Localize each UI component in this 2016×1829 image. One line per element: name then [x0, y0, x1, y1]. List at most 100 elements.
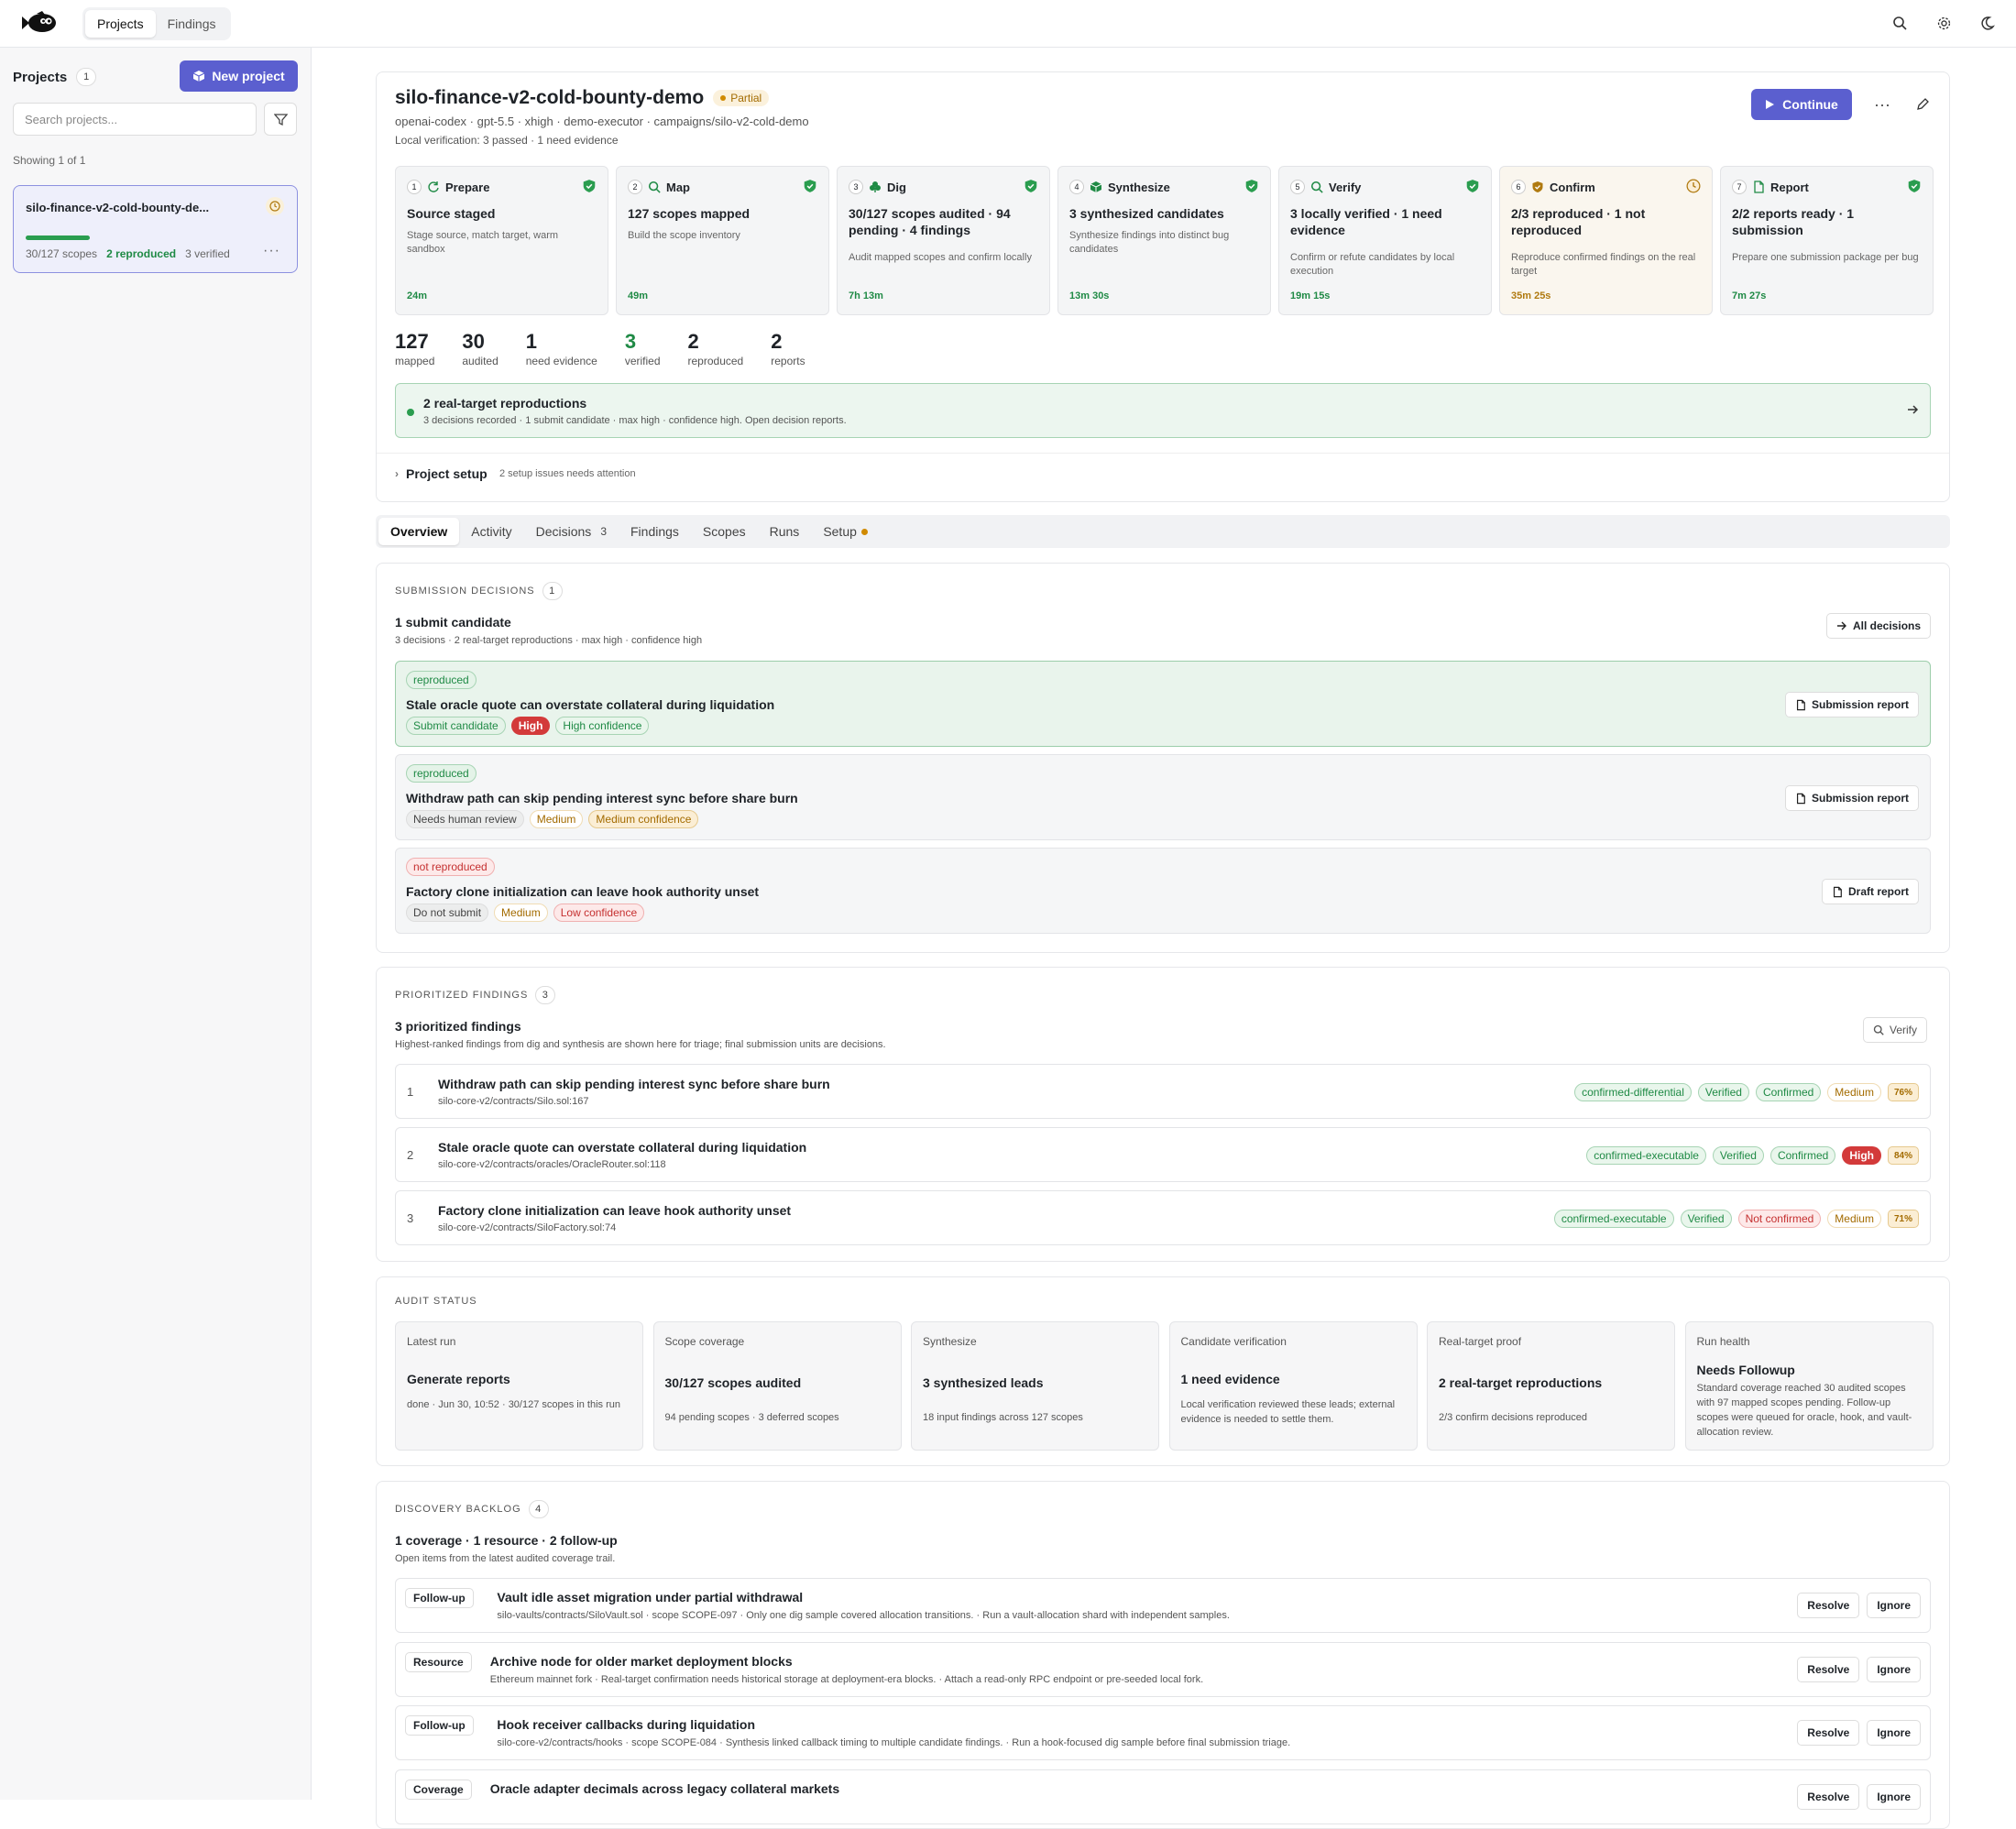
- decision-tag: Medium: [529, 810, 584, 828]
- tab-decisions[interactable]: Decisions 3: [524, 518, 619, 545]
- fish-logo-icon[interactable]: [20, 11, 60, 35]
- decision-tag: Do not submit: [406, 904, 489, 922]
- project-setup-row[interactable]: › Project setup 2 setup issues needs atte…: [377, 453, 1949, 498]
- new-project-button[interactable]: New project: [180, 60, 298, 92]
- all-decisions-button[interactable]: All decisions: [1826, 613, 1932, 639]
- search-projects-input[interactable]: Search projects...: [13, 103, 257, 136]
- report-button-label: Submission report: [1811, 792, 1909, 805]
- more-menu-icon[interactable]: ···: [1868, 91, 1896, 118]
- stage-duration: 19m 15s: [1290, 290, 1331, 301]
- report-button-label: Draft report: [1847, 885, 1909, 898]
- stat-value: 1: [525, 330, 537, 353]
- package-icon: [193, 71, 205, 82]
- verify-button[interactable]: Verify: [1863, 1017, 1928, 1043]
- decision-tags: Needs human review Medium Medium confidenc…: [406, 810, 699, 828]
- decision-tag: High: [510, 717, 551, 735]
- tab-findings[interactable]: Findings: [619, 518, 691, 545]
- filter-button[interactable]: [264, 103, 297, 136]
- resolve-button[interactable]: Resolve: [1797, 1783, 1860, 1810]
- report-button[interactable]: Submission report: [1784, 692, 1919, 717]
- backlog-tag: Resource: [405, 1651, 472, 1672]
- stage-title: 2/3 reproduced · 1 not reproduced: [1511, 206, 1646, 237]
- project-card[interactable]: silo-finance-v2-cold-bounty-de... 30/127…: [13, 185, 298, 273]
- ignore-button[interactable]: Ignore: [1867, 1656, 1921, 1682]
- tab-setup[interactable]: Setup: [811, 518, 880, 545]
- backlog-item[interactable]: Resource Archive node for older market de…: [395, 1641, 1931, 1697]
- stat-need-evidence: 1 need evidence: [526, 330, 597, 367]
- moon-icon[interactable]: [1978, 13, 1998, 33]
- stage-card-dig[interactable]: 3 Dig 30/127 scopes audited · 94 pending ·…: [837, 166, 1050, 315]
- decision-title: Withdraw path can skip pending interest …: [406, 791, 798, 805]
- tab-label: Activity: [471, 524, 512, 539]
- resolve-button[interactable]: Resolve: [1797, 1720, 1860, 1746]
- tab-runs[interactable]: Runs: [758, 518, 812, 545]
- audit-card: Run health Needs Followup Standard coverag…: [1684, 1321, 1934, 1451]
- backlog-actions: Resolve Ignore: [1797, 1783, 1921, 1810]
- stage-card-synthesize[interactable]: 4 Synthesize 3 synthesized candidates Synth…: [1057, 166, 1271, 315]
- arrow-right-icon[interactable]: [1906, 403, 1919, 421]
- backlog-item[interactable]: Follow-up Vault idle asset migration unde…: [395, 1578, 1931, 1633]
- backlog-title: Oracle adapter decimals across legacy co…: [489, 1780, 840, 1796]
- tab-label: Runs: [769, 524, 800, 539]
- stage-name: Map: [666, 180, 690, 194]
- stage-name: Dig: [887, 180, 906, 194]
- finding-row[interactable]: 1 Withdraw path can skip pending interest…: [395, 1064, 1931, 1119]
- stage-description: Prepare one submission package per bug: [1732, 252, 1919, 263]
- backlog-item[interactable]: Follow-up Hook receiver callbacks during …: [395, 1705, 1931, 1760]
- section-subtitle: Highest-ranked findings from dig and syn…: [395, 1039, 886, 1050]
- section-title: 3 prioritized findings: [395, 1019, 521, 1034]
- confidence-percent: 76%: [1887, 1083, 1919, 1101]
- stage-duration: 7h 13m: [849, 290, 883, 301]
- search-icon: [1873, 1024, 1884, 1035]
- backlog-title: Archive node for older market deployment…: [489, 1653, 793, 1669]
- finding-tag: Verified: [1712, 1146, 1764, 1165]
- edit-pencil-icon[interactable]: [1909, 91, 1936, 118]
- resolve-button[interactable]: Resolve: [1797, 1656, 1860, 1682]
- project-setup-sub: 2 setup issues needs attention: [499, 468, 636, 479]
- finding-row[interactable]: 2 Stale oracle quote can overstate collat…: [395, 1127, 1931, 1182]
- backlog-item[interactable]: Coverage Oracle adapter decimals across l…: [395, 1769, 1931, 1824]
- ignore-button[interactable]: Ignore: [1867, 1720, 1921, 1746]
- search-icon[interactable]: [1890, 13, 1910, 33]
- stage-card-map[interactable]: 2 Map 127 scopes mapped Build the scope inv…: [616, 166, 829, 315]
- stage-card-confirm[interactable]: 6 Confirm 2/3 reproduced · 1 not reproduce…: [1499, 166, 1713, 315]
- stage-number: 5: [1290, 180, 1305, 194]
- stage-description: Confirm or refute candidates by local ex…: [1290, 252, 1455, 277]
- stage-title: 30/127 scopes audited · 94 pending · 4 f…: [849, 206, 1011, 237]
- shield-check-icon: [803, 179, 817, 193]
- resolve-button[interactable]: Resolve: [1797, 1593, 1860, 1618]
- stage-card-verify[interactable]: 5 Verify 3 locally verified · 1 need evide…: [1278, 166, 1492, 315]
- nav-tab-findings[interactable]: Findings: [156, 10, 228, 38]
- gear-icon[interactable]: [1934, 13, 1954, 33]
- tab-scopes[interactable]: Scopes: [691, 518, 758, 545]
- ignore-button[interactable]: Ignore: [1867, 1783, 1921, 1810]
- tab-activity[interactable]: Activity: [459, 518, 523, 545]
- nav-tab-projects[interactable]: Projects: [85, 10, 156, 38]
- stage-name: Synthesize: [1108, 180, 1170, 194]
- section-label: PRIORITIZED FINDINGS 3: [395, 986, 556, 1004]
- finding-tags: confirmed-differential Verified Confirmed M…: [1574, 1083, 1919, 1101]
- stage-header: 4 Synthesize: [1069, 180, 1170, 194]
- stage-card-prepare[interactable]: 1 Prepare Source staged Stage source, match…: [395, 166, 608, 315]
- continue-button[interactable]: Continue: [1751, 89, 1852, 120]
- reproductions-alert[interactable]: 2 real-target reproductions 3 decisions …: [395, 383, 1931, 438]
- main-nav: Projects Findings: [82, 7, 231, 40]
- more-options-icon[interactable]: ···: [263, 243, 280, 259]
- stage-card-report[interactable]: 7 Report 2/2 reports ready · 1 submission P…: [1720, 166, 1934, 315]
- ignore-button[interactable]: Ignore: [1867, 1593, 1921, 1618]
- decision-card[interactable]: reproduced Stale oracle quote can oversta…: [395, 661, 1931, 747]
- section-title: 1 submit candidate: [395, 615, 511, 630]
- audit-card-sub: 2/3 confirm decisions reproduced: [1439, 1412, 1588, 1423]
- report-button[interactable]: Draft report: [1821, 879, 1919, 904]
- tab-label: Findings: [630, 524, 679, 539]
- sidebar-title: Projects 1: [13, 68, 97, 86]
- stage-header: 2 Map: [628, 180, 690, 194]
- decision-card[interactable]: reproduced Withdraw path can skip pending…: [395, 754, 1931, 840]
- sidebar: Projects 1 New project Search projects...…: [0, 48, 312, 1800]
- finding-tag: Confirmed: [1755, 1083, 1822, 1101]
- report-button[interactable]: Submission report: [1784, 785, 1919, 811]
- stat-value: 3: [624, 330, 637, 353]
- finding-row[interactable]: 3 Factory clone initialization can leave …: [395, 1190, 1931, 1245]
- tab-overview[interactable]: Overview: [378, 518, 460, 545]
- decision-card[interactable]: not reproduced Factory clone initializati…: [395, 848, 1931, 934]
